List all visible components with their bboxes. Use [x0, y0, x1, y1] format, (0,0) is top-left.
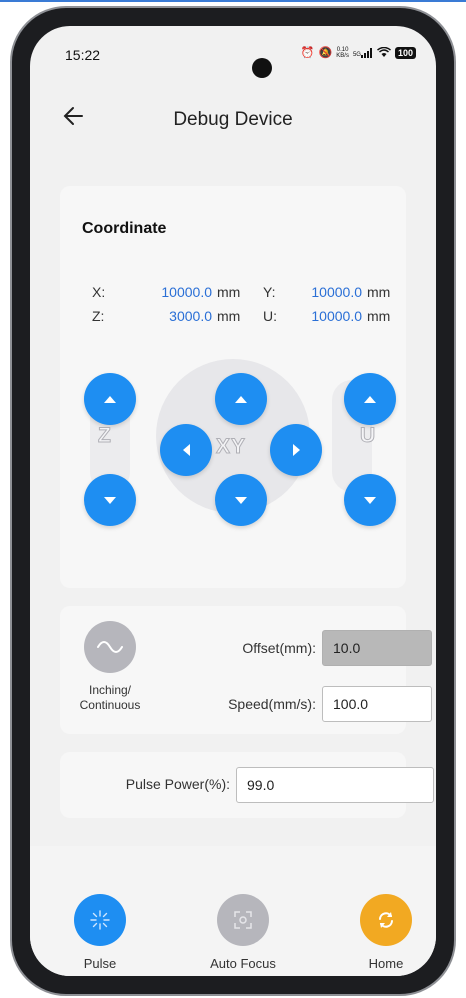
y-label: Y: [263, 284, 276, 300]
speed-field[interactable]: 100.0 [322, 686, 432, 722]
alarm-icon: ⏰ [300, 47, 315, 59]
caret-up-icon [104, 395, 116, 403]
y-up-button[interactable] [215, 373, 267, 425]
sine-wave-icon [97, 641, 123, 653]
speed-label: Speed(mm/s): [228, 696, 316, 712]
xy-axis-label: XY [215, 435, 247, 459]
home-refresh-icon [379, 912, 393, 928]
home-button[interactable] [360, 894, 412, 946]
caret-down-icon [235, 496, 247, 504]
network-type: 5G [352, 51, 361, 58]
status-time: 15:22 [65, 47, 101, 63]
z-axis-label: Z [98, 424, 112, 448]
u-label: U: [263, 308, 277, 324]
x-unit: mm [217, 284, 241, 300]
x-value: 10000.0 [161, 284, 212, 300]
coord-row-xy: X: 10000.0 mm Y: 10000.0 mm [60, 284, 406, 304]
wifi-icon [377, 47, 391, 57]
coordinate-title: Coordinate [82, 220, 167, 237]
jog-settings-card: Inching/ Continuous Offset(mm): 10.0 Spe… [60, 606, 432, 734]
app-screen: 15:22 ⏰ 🔕 0.10 KB/s 5G 100 Debug Device … [30, 26, 436, 976]
caret-down-icon [364, 496, 376, 504]
x-right-button[interactable] [270, 424, 322, 476]
phone-frame: 15:22 ⏰ 🔕 0.10 KB/s 5G 100 Debug Device … [10, 6, 456, 996]
u-axis-label: U [359, 424, 377, 448]
z-up-button[interactable] [84, 373, 136, 425]
caret-right-icon [292, 444, 300, 456]
pulse-burst-icon [90, 910, 110, 930]
u-value: 10000.0 [311, 308, 362, 324]
z-unit: mm [217, 308, 241, 324]
status-icons: ⏰ 🔕 0.10 KB/s 5G 100 [301, 46, 416, 59]
app-header: Debug Device [30, 86, 436, 146]
auto-focus-label: Auto Focus [210, 956, 276, 971]
caret-up-icon [364, 395, 376, 403]
pulse-label: Pulse [83, 956, 117, 971]
jog-controls: Z XY U [60, 356, 406, 546]
cell-signal: 5G [352, 47, 373, 58]
auto-focus-button[interactable] [217, 894, 269, 946]
pulse-power-label: Pulse Power(%): [125, 776, 230, 792]
z-value: 3000.0 [169, 308, 212, 324]
page-title: Debug Device [173, 109, 293, 130]
bottom-action-bar: Pulse Auto Focus Home [30, 846, 436, 976]
offset-field[interactable]: 10.0 [322, 630, 432, 666]
caret-left-icon [182, 444, 190, 456]
z-label: Z: [92, 308, 105, 324]
caret-down-icon [104, 496, 116, 504]
pulse-button[interactable] [74, 894, 126, 946]
status-bar: 15:22 ⏰ 🔕 0.10 KB/s 5G 100 [30, 26, 436, 68]
coord-row-zu: Z: 3000.0 mm U: 10000.0 mm [60, 308, 406, 328]
coordinate-card: Coordinate X: 10000.0 mm Y: 10000.0 mm Z… [60, 186, 406, 588]
y-unit: mm [367, 284, 391, 300]
top-accent-line [0, 0, 466, 2]
home-label: Home [368, 956, 404, 971]
y-value: 10000.0 [311, 284, 362, 300]
z-down-button[interactable] [84, 474, 136, 526]
u-unit: mm [367, 308, 391, 324]
net-speed-unit: KB/s [336, 52, 349, 59]
pulse-power-card: Pulse Power(%): 99.0 [60, 752, 434, 818]
mute-icon: 🔕 [318, 47, 333, 59]
u-up-button[interactable] [344, 373, 396, 425]
net-speed: 0.10 KB/s [336, 47, 349, 59]
y-down-button[interactable] [215, 474, 267, 526]
offset-label: Offset(mm): [242, 640, 316, 656]
battery-level: 100 [394, 46, 416, 59]
mode-label: Inching/ Continuous [79, 683, 141, 712]
u-down-button[interactable] [344, 474, 396, 526]
caret-up-icon [235, 395, 247, 403]
x-label: X: [92, 284, 106, 300]
signal-bars-icon [360, 47, 372, 58]
auto-focus-icon [234, 911, 252, 929]
pulse-power-field[interactable]: 99.0 [236, 767, 434, 803]
x-left-button[interactable] [160, 424, 212, 476]
front-camera [252, 58, 272, 78]
inching-continuous-toggle[interactable] [84, 621, 136, 673]
